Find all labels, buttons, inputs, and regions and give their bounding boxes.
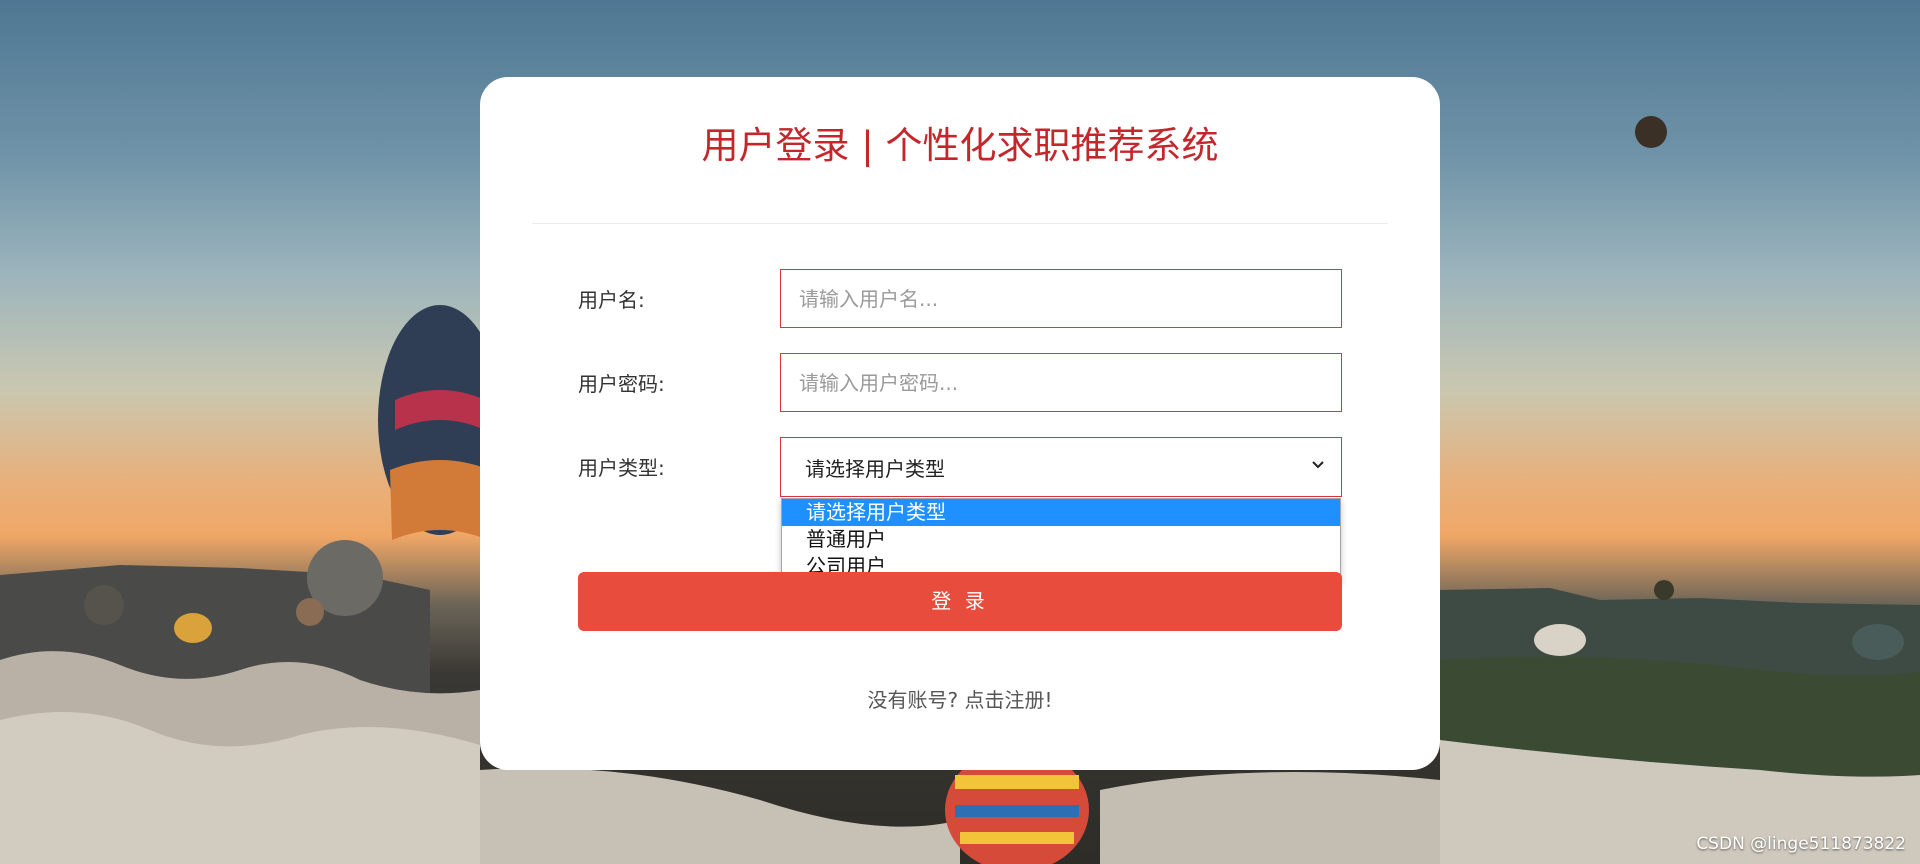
usertype-select[interactable]: 请选择用户类型 [780,437,1342,497]
balloon-right-2 [1534,624,1586,656]
chevron-down-icon [1312,461,1324,469]
balloon-right-3 [1852,624,1904,660]
usertype-option-placeholder[interactable]: 请选择用户类型 [782,499,1340,526]
password-input[interactable] [780,353,1342,412]
usertype-selected-value: 请选择用户类型 [805,456,945,481]
balloon-small-4 [296,598,324,626]
password-label: 用户密码: [578,372,665,396]
login-card: 用户登录 | 个性化求职推荐系统 用户名: 用户密码: 用户类型: 请选择用户类… [480,77,1440,770]
username-label: 用户名: [578,288,645,312]
balloon-small-3 [174,613,212,643]
title-divider [532,223,1388,224]
balloon-top-right [1635,116,1667,148]
usertype-option-normal[interactable]: 普通用户 [782,526,1340,553]
usertype-dropdown-list: 请选择用户类型 普通用户 公司用户 [781,498,1341,583]
usertype-label: 用户类型: [578,456,665,480]
page-title: 用户登录 | 个性化求职推荐系统 [701,124,1219,167]
register-link[interactable]: 没有账号? 点击注册! [480,684,1440,713]
login-button[interactable]: 登 录 [578,572,1342,631]
watermark: CSDN @linge511873822 [1696,834,1906,854]
balloon-small-2 [84,585,124,625]
balloon-right [1654,580,1674,600]
username-input[interactable] [780,269,1342,328]
